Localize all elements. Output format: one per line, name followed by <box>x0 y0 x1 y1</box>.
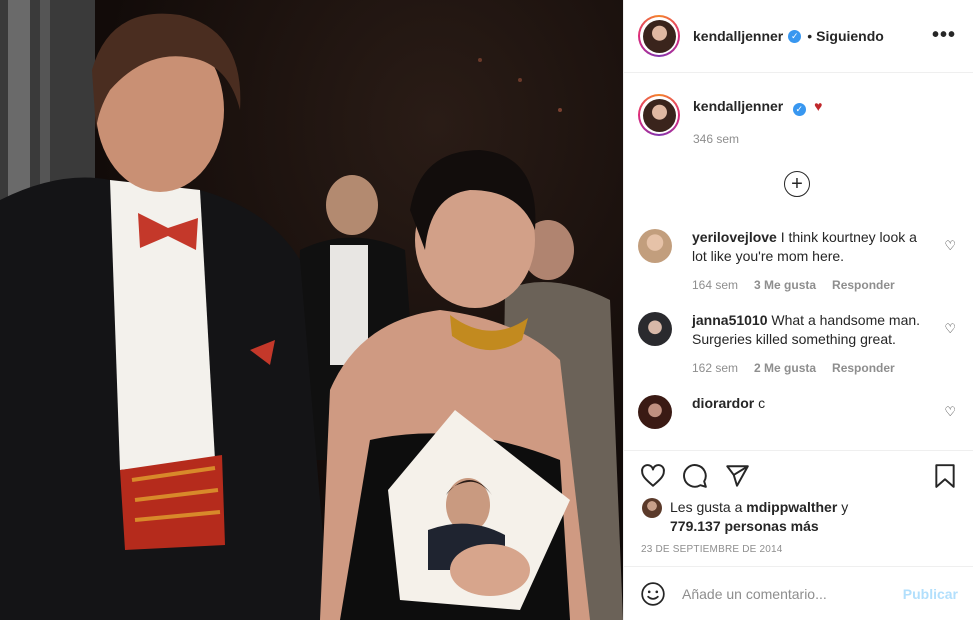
likes-joiner: y <box>841 499 849 515</box>
verified-badge-icon: ✓ <box>788 29 802 43</box>
comments-list: yerilovejlove I think kourtney look a lo… <box>638 228 960 450</box>
author-avatar-image <box>642 19 676 53</box>
share-send-icon[interactable] <box>724 463 750 489</box>
comment-likes[interactable]: 3 Me gusta <box>754 278 816 292</box>
comment-time[interactable]: 162 sem <box>692 361 738 375</box>
comment-username[interactable]: yerilovejlove <box>692 229 777 245</box>
likes-summary: Les gusta a mdippwalther y 779.137 perso… <box>642 498 848 536</box>
following-button[interactable]: Siguiendo <box>816 28 884 44</box>
comment-like-heart-icon[interactable]: ♡ <box>944 238 956 254</box>
caption-timestamp[interactable]: 346 sem <box>693 132 822 146</box>
comment-item: janna51010 What a handsome man. Surgerie… <box>638 311 960 375</box>
commenter-avatar[interactable] <box>638 395 672 429</box>
likes-others-count[interactable]: 779.137 personas más <box>670 518 819 534</box>
comment-like-heart-icon[interactable]: ♡ <box>944 404 956 420</box>
commenter-avatar[interactable] <box>638 312 672 346</box>
post-caption: kendalljenner ✓ ♥ 346 sem <box>638 94 958 146</box>
load-more-comments-icon[interactable]: + <box>784 171 810 197</box>
comment-like-heart-icon[interactable]: ♡ <box>944 321 956 337</box>
add-comment-bar: Publicar <box>624 566 973 620</box>
comment-reply-button[interactable]: Responder <box>832 361 895 375</box>
likes-prefix: Les gusta a <box>670 499 743 515</box>
comment-input[interactable] <box>682 585 882 602</box>
comment-likes[interactable]: 2 Me gusta <box>754 361 816 375</box>
caption-avatar-image <box>642 98 676 132</box>
more-options-icon[interactable]: ••• <box>932 24 956 47</box>
post-actions: Les gusta a mdippwalther y 779.137 perso… <box>624 450 973 566</box>
post-sidebar: kendalljenner ✓ • Siguiendo ••• kendallj… <box>623 0 973 620</box>
emoji-picker-icon[interactable] <box>640 581 666 607</box>
post-date[interactable]: 23 DE SEPTIEMBRE DE 2014 <box>641 544 783 555</box>
comment-text: c <box>758 395 766 411</box>
caption-avatar[interactable] <box>638 94 680 136</box>
caption-heart-emoji: ♥ <box>814 98 823 114</box>
post-header: kendalljenner ✓ • Siguiendo ••• <box>624 0 973 73</box>
commenter-avatar[interactable] <box>638 229 672 263</box>
comment-item: diorardor c ♡ <box>638 394 960 429</box>
save-bookmark-icon[interactable] <box>932 463 958 489</box>
comment-username[interactable]: diorardor <box>692 395 754 411</box>
like-heart-icon[interactable] <box>640 463 666 489</box>
caption-username[interactable]: kendalljenner <box>693 98 783 114</box>
comment-reply-button[interactable]: Responder <box>832 278 895 292</box>
publish-button[interactable]: Publicar <box>903 586 958 602</box>
comment-username[interactable]: janna51010 <box>692 312 768 328</box>
liker-username[interactable]: mdippwalther <box>746 499 837 515</box>
liker-avatar[interactable] <box>642 498 662 518</box>
comment-time[interactable]: 164 sem <box>692 278 738 292</box>
author-username[interactable]: kendalljenner <box>693 28 783 44</box>
post-photo[interactable] <box>0 0 623 620</box>
header-separator: • <box>807 28 813 44</box>
verified-badge-icon: ✓ <box>792 103 806 116</box>
author-avatar[interactable] <box>638 15 680 57</box>
comment-item: yerilovejlove I think kourtney look a lo… <box>638 228 960 292</box>
post-photo-illustration <box>0 0 623 620</box>
comment-bubble-icon[interactable] <box>682 463 708 489</box>
